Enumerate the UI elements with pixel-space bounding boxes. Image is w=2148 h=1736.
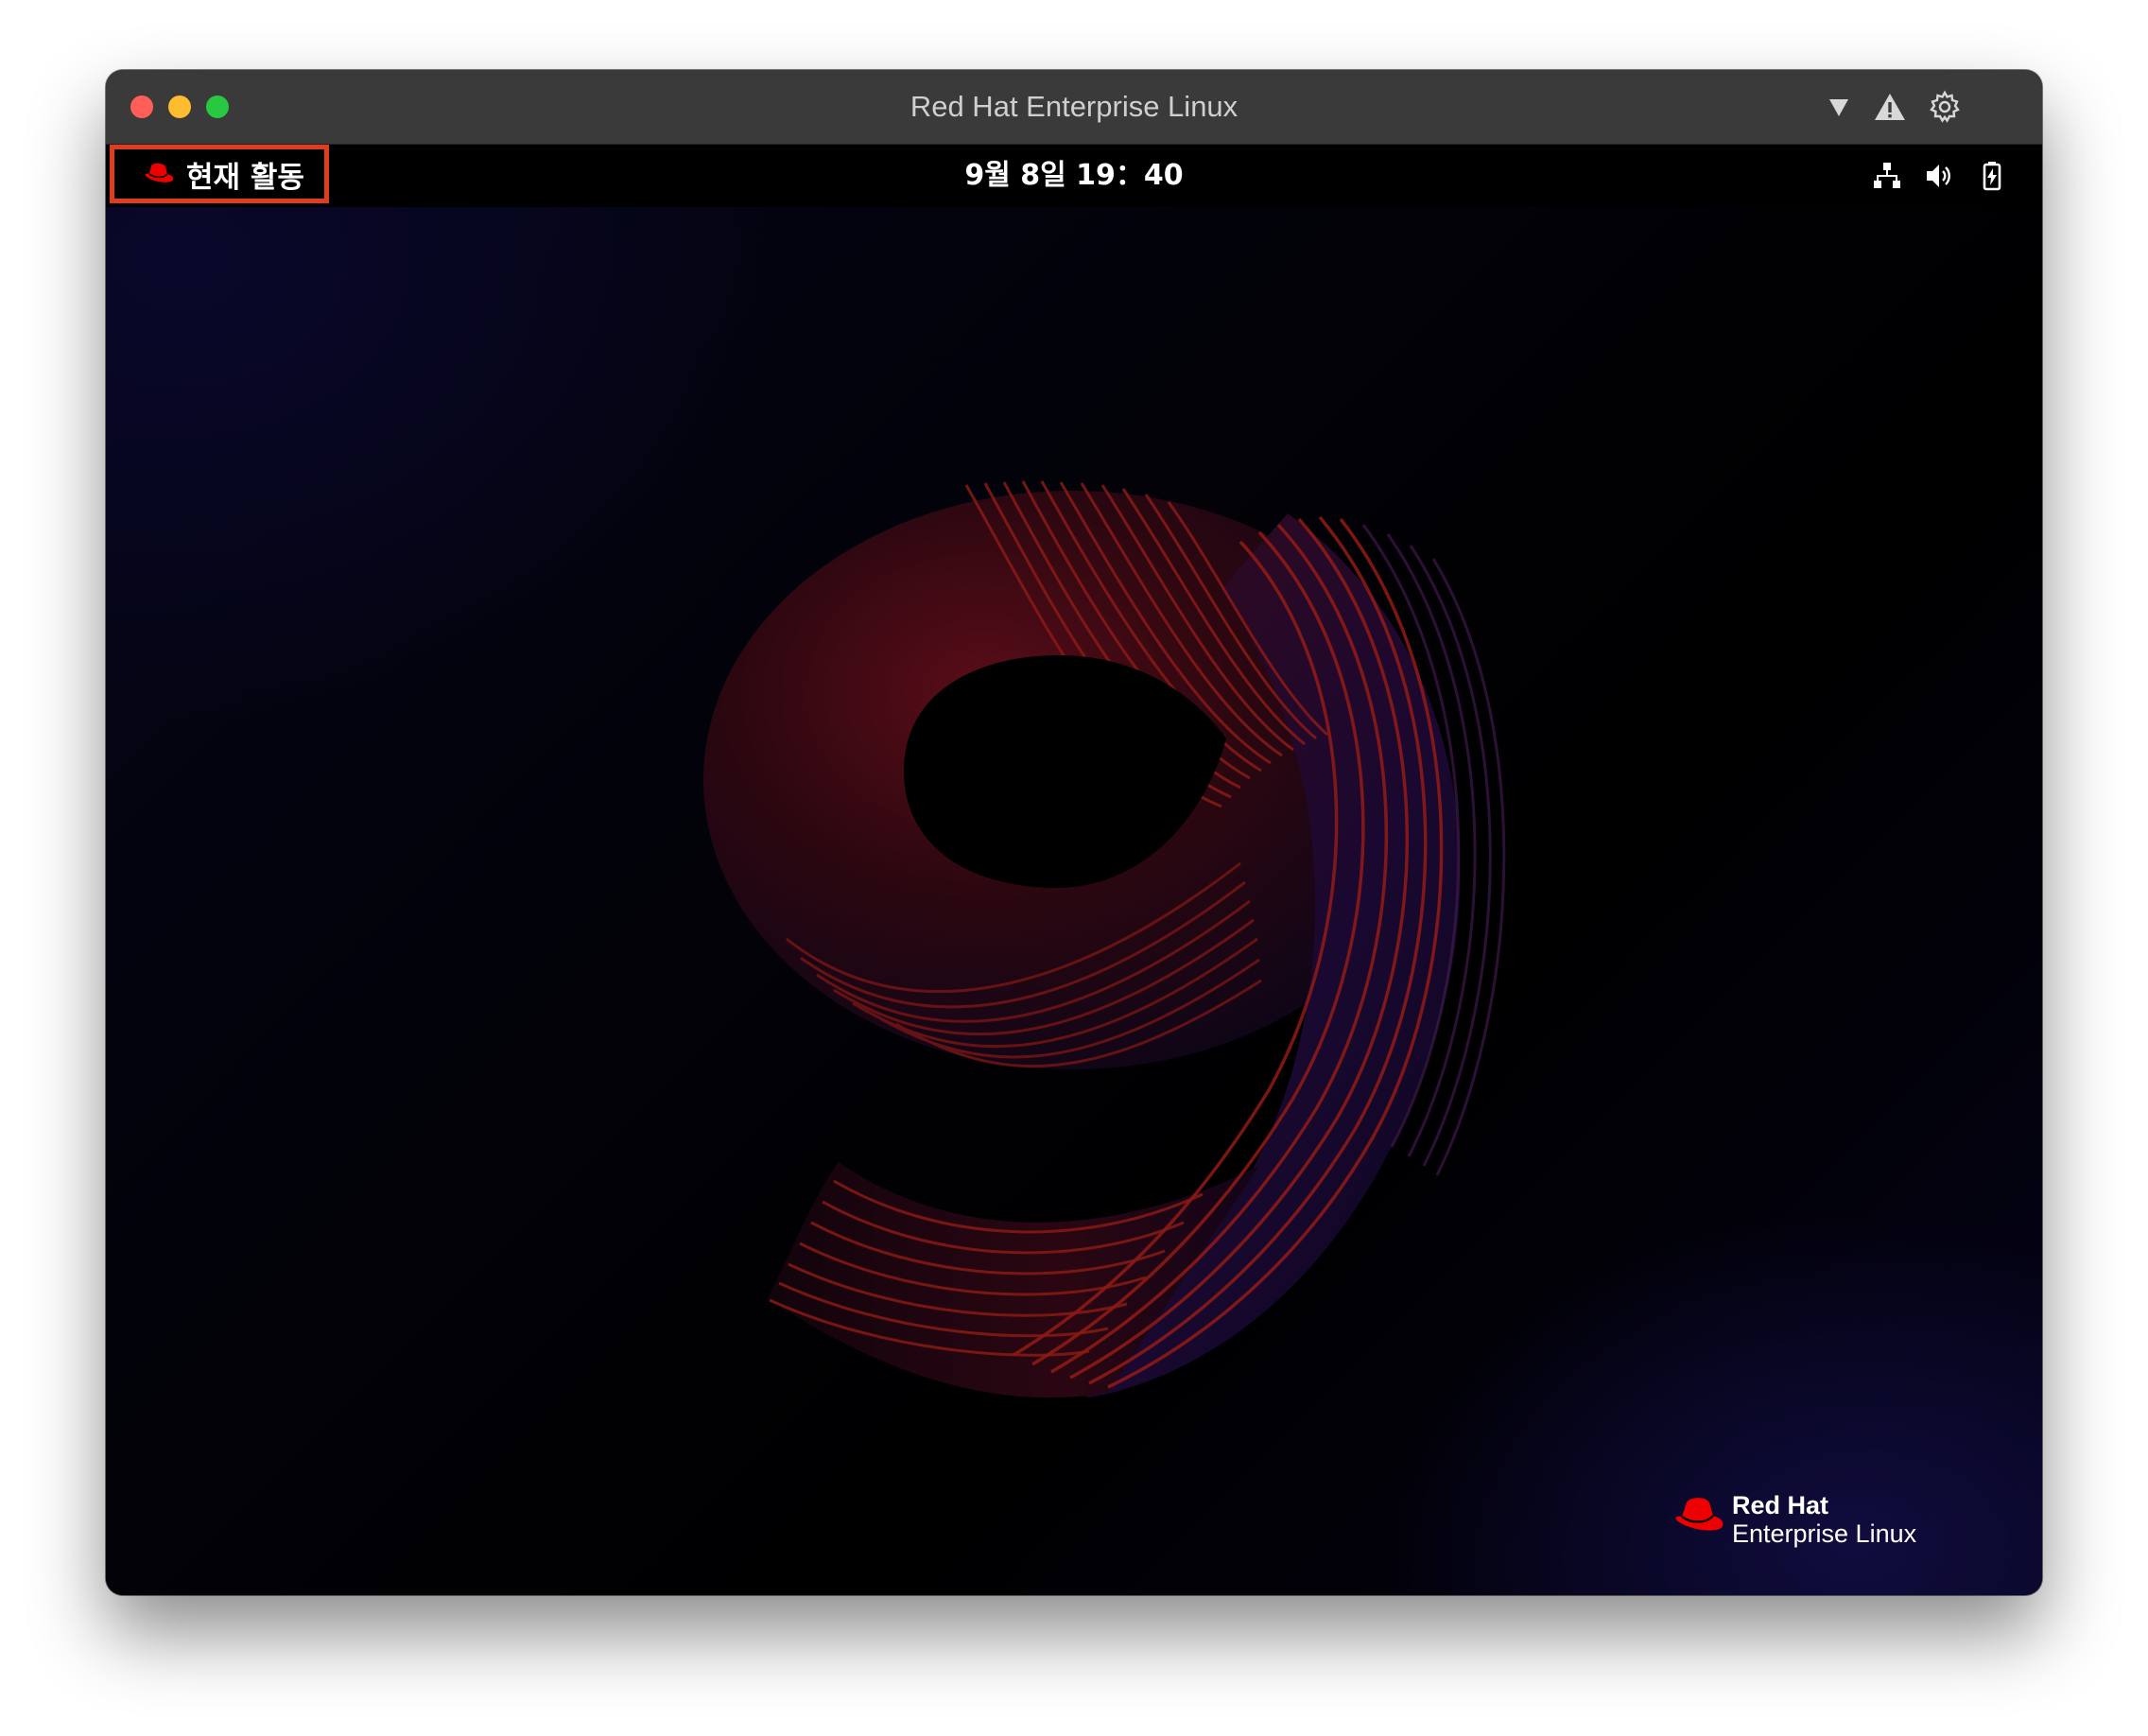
window-title: Red Hat Enterprise Linux <box>909 90 1239 123</box>
clock[interactable]: 9월 8일 19：40 <box>106 145 2042 207</box>
network-icon[interactable] <box>1871 160 1903 192</box>
dropdown-triangle-icon[interactable] <box>1821 89 1857 125</box>
brand-logo: Red Hat Enterprise Linux <box>1672 1491 1955 1557</box>
volume-icon[interactable] <box>1923 160 1955 192</box>
gear-icon[interactable] <box>1927 89 1963 125</box>
window-titlebar[interactable]: Red Hat Enterprise Linux <box>106 70 2042 145</box>
brand-line-product: Enterprise Linux <box>1732 1519 1917 1548</box>
warning-icon[interactable] <box>1872 89 1908 125</box>
brand-line-redhat: Red Hat <box>1732 1491 1829 1519</box>
guest-screen: 현재 활동 9월 8일 19：40 Red Hat Enterprise Lin… <box>106 145 2042 1595</box>
gnome-top-bar: 현재 활동 9월 8일 19：40 <box>106 145 2042 207</box>
wallpaper-rhel9 <box>703 480 1506 1398</box>
redhat-brand-icon <box>1675 1498 1724 1531</box>
vm-window: Red Hat Enterprise Linux 현재 활동 9월 8일 19：… <box>106 70 2042 1595</box>
battery-icon[interactable] <box>1976 160 2008 192</box>
